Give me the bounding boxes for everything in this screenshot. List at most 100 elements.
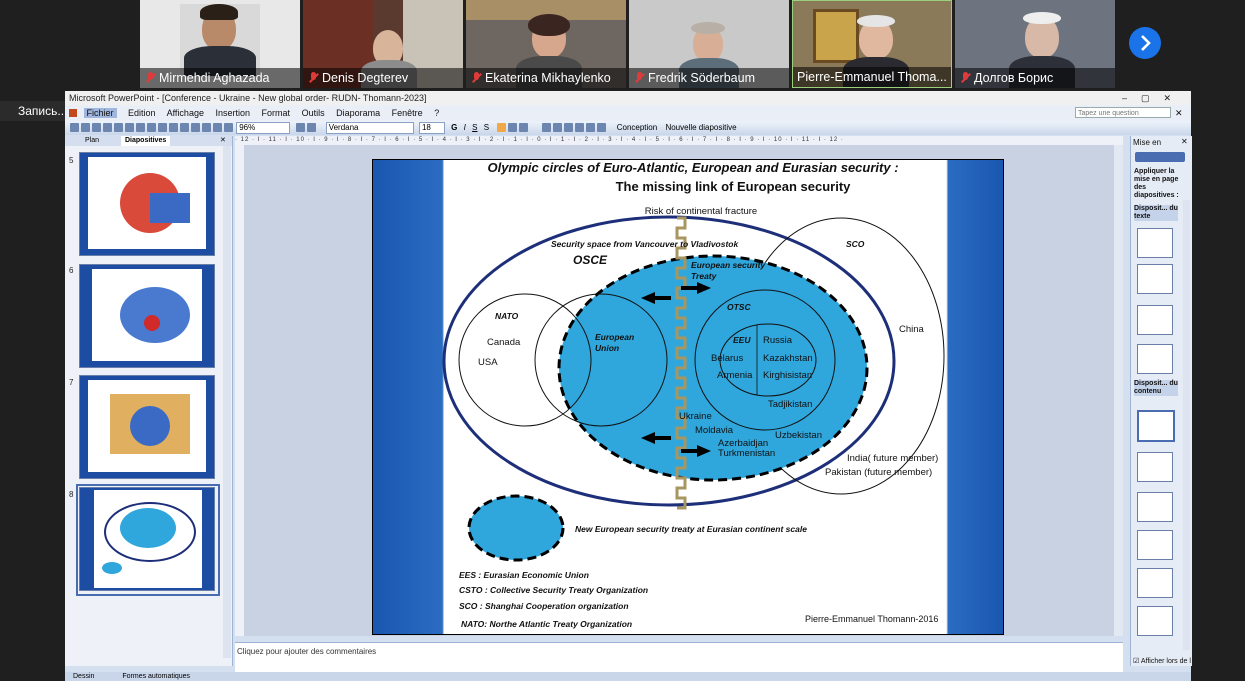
slide-thumbnail-7[interactable] <box>79 375 215 479</box>
undo-icon[interactable] <box>169 123 178 132</box>
layout-content-3[interactable] <box>1137 530 1173 560</box>
save-icon[interactable] <box>92 123 101 132</box>
align-left-icon[interactable] <box>497 123 507 132</box>
layout-title-text[interactable] <box>1137 305 1173 335</box>
mic-off-icon <box>961 72 970 84</box>
participant-tile-2[interactable]: Denis Degterev <box>303 0 463 88</box>
next-participants-button[interactable] <box>1129 27 1161 59</box>
layout-content-5[interactable] <box>1137 606 1173 636</box>
treaty-ellipse <box>557 254 869 482</box>
window-title: Microsoft PowerPoint - [Conference - Ukr… <box>69 93 427 103</box>
help-icon[interactable] <box>296 123 306 132</box>
layout-content-2[interactable] <box>1137 492 1173 522</box>
zoom-select[interactable]: 96% <box>236 122 291 134</box>
new-slide-button[interactable]: Nouvelle diapositive <box>665 123 736 132</box>
menu-insertion[interactable]: Insertion <box>215 108 250 118</box>
menu-fenetre[interactable]: Fenêtre <box>392 108 423 118</box>
new-icon[interactable] <box>70 123 79 132</box>
slide[interactable]: Olympic circles of Euro-Atlantic, Europe… <box>372 159 1004 635</box>
autoshapes-menu[interactable]: Formes automatiques <box>122 673 190 680</box>
draw-menu[interactable]: Dessin <box>73 673 94 680</box>
recording-label: Запись... <box>0 101 70 121</box>
eu-label-2: Union <box>595 343 619 353</box>
task-pane-nav[interactable] <box>1135 152 1185 162</box>
window-controls[interactable]: –▢✕ <box>1122 91 1185 105</box>
slide-thumbnail-5[interactable] <box>79 152 215 256</box>
table-icon[interactable] <box>202 123 211 132</box>
slide-title-1: Olympic circles of Euro-Atlantic, Europe… <box>487 160 898 175</box>
task-pane: Mise en ✕ Appliquer la mise en page des … <box>1130 136 1192 666</box>
cut-icon[interactable] <box>136 123 145 132</box>
open-icon[interactable] <box>81 123 90 132</box>
bold-button[interactable]: G <box>451 123 457 132</box>
layout-content-1[interactable] <box>1137 452 1173 482</box>
bullets-icon[interactable] <box>552 123 562 132</box>
italic-button[interactable]: I <box>464 123 466 132</box>
participant-tile-6[interactable]: Долгов Борис <box>955 0 1115 88</box>
sco-label: SCO <box>846 239 865 249</box>
canada-label: Canada <box>487 337 521 348</box>
def-csto: CSTO : Collective Security Treaty Organi… <box>459 585 648 595</box>
numbering-icon[interactable] <box>541 123 551 132</box>
underline-button[interactable]: S <box>472 123 477 132</box>
slide-thumbnail-6[interactable] <box>79 264 215 368</box>
participant-tile-5-active[interactable]: Pierre-Emmanuel Thoma... <box>792 0 952 88</box>
spell-icon[interactable] <box>125 123 134 132</box>
layout-content-4[interactable] <box>1137 568 1173 598</box>
horizontal-ruler: · 12 · I · 11 · I · 10 · I · 9 · I · 8 ·… <box>235 136 1123 145</box>
align-right-icon[interactable] <box>519 123 529 132</box>
russia-label: Russia <box>763 335 793 346</box>
participant-tile-1[interactable]: Mirmehdi Aghazada <box>140 0 300 88</box>
layout-title[interactable] <box>1137 228 1173 258</box>
eu-label-1: European <box>595 332 634 342</box>
preview-icon[interactable] <box>114 123 123 132</box>
grow-font-icon[interactable] <box>563 123 573 132</box>
show-on-insert-checkbox[interactable]: ☑ Afficher lors de l <box>1133 657 1191 665</box>
menu-outils[interactable]: Outils <box>302 108 325 118</box>
menu-help[interactable]: ? <box>434 108 439 118</box>
copy-icon[interactable] <box>147 123 156 132</box>
slide-number: 6 <box>69 266 74 275</box>
doc-close-icon[interactable]: ✕ <box>1175 105 1183 121</box>
menu-fichier[interactable]: Fichier <box>83 108 117 118</box>
redo-icon[interactable] <box>180 123 189 132</box>
participant-tile-3[interactable]: Ekaterina Mikhaylenko <box>466 0 626 88</box>
menu-edition[interactable]: Edition <box>128 108 156 118</box>
menu-diaporama[interactable]: Diaporama <box>336 108 380 118</box>
align-center-icon[interactable] <box>508 123 518 132</box>
design-button[interactable]: Conception <box>617 123 657 132</box>
slide-number: 8 <box>69 490 74 499</box>
indent-icon[interactable] <box>585 123 595 132</box>
shadow-button[interactable]: S <box>484 123 489 132</box>
paste-icon[interactable] <box>158 123 167 132</box>
layout-blank-selected[interactable] <box>1137 410 1175 442</box>
tab-slides[interactable]: Diapositives <box>121 136 171 146</box>
help-question-input[interactable]: Tapez une question <box>1075 107 1171 118</box>
uzbekistan-label: Uzbekistan <box>775 430 822 441</box>
layout-title-only[interactable] <box>1137 264 1173 294</box>
options-icon[interactable] <box>307 123 317 132</box>
font-color-icon[interactable] <box>596 123 606 132</box>
task-pane-close-icon[interactable]: ✕ <box>1181 137 1188 146</box>
menu-affichage[interactable]: Affichage <box>167 108 204 118</box>
china-label: China <box>899 324 925 335</box>
notes-area[interactable]: Cliquez pour ajouter des commentaires <box>235 642 1123 673</box>
legend-treaty-label: New European security treaty at Eurasian… <box>575 524 807 534</box>
moldavia-label: Moldavia <box>695 425 734 436</box>
pane-close-icon[interactable]: ✕ <box>220 136 226 146</box>
slide-thumbnail-8[interactable] <box>79 487 215 591</box>
vertical-scrollbar[interactable] <box>1114 145 1123 636</box>
tab-plan[interactable]: Plan <box>85 136 99 146</box>
chart-icon[interactable] <box>191 123 200 132</box>
task-pane-scrollbar[interactable] <box>1183 200 1190 650</box>
menu-format[interactable]: Format <box>262 108 291 118</box>
shrink-font-icon[interactable] <box>574 123 584 132</box>
font-size-select[interactable]: 18 <box>418 122 445 134</box>
pane-scrollbar[interactable] <box>223 146 231 658</box>
participant-tile-4[interactable]: Fredrik Söderbaum <box>629 0 789 88</box>
layout-two-columns[interactable] <box>1137 344 1173 374</box>
print-icon[interactable] <box>103 123 112 132</box>
grid-icon[interactable] <box>213 123 222 132</box>
color-icon[interactable] <box>224 123 233 132</box>
font-select[interactable]: Verdana <box>325 122 414 134</box>
